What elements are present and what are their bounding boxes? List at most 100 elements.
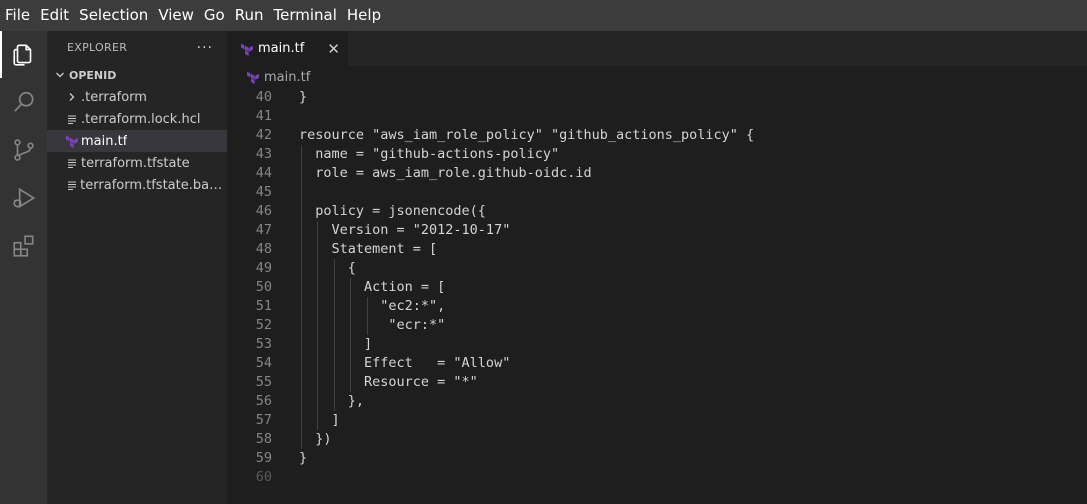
line-number: 42 — [255, 127, 272, 143]
extensions-icon — [12, 234, 33, 257]
indent-guide — [301, 259, 302, 278]
tree-item-main-tf[interactable]: main.tf — [47, 130, 227, 152]
activity-bar — [0, 31, 47, 504]
indent-guide — [317, 259, 318, 278]
line-number: 50 — [255, 279, 272, 295]
tree-item-lock-hcl[interactable]: .terraform.lock.hcl — [47, 108, 227, 130]
file-lines-icon — [65, 114, 79, 124]
explorer-title: EXPLORER — [67, 41, 128, 54]
tree-item-label: main.tf — [81, 133, 128, 149]
indent-guide — [301, 392, 302, 411]
extensions-activity-button[interactable] — [0, 222, 47, 269]
search-activity-button[interactable] — [0, 78, 47, 125]
breadcrumb: main.tf — [228, 66, 1087, 88]
indent-guide — [350, 373, 351, 392]
tree-item-tfstate-backup[interactable]: terraform.tfstate.back... — [47, 174, 227, 196]
menu-selection[interactable]: Selection — [74, 0, 153, 31]
chevron-down-icon — [53, 70, 67, 80]
line-number: 47 — [255, 222, 272, 238]
indent-guide — [350, 316, 351, 335]
menu-help[interactable]: Help — [342, 0, 386, 31]
menu-bar: File Edit Selection View Go Run Terminal… — [0, 0, 1087, 31]
indent-guide — [350, 354, 351, 373]
indent-guide — [317, 392, 318, 411]
code-line: Effect = "Allow" — [299, 354, 511, 373]
indent-guide — [317, 240, 318, 259]
indent-guide — [317, 297, 318, 316]
code-line: Action = [ — [299, 278, 446, 297]
indent-guide — [301, 297, 302, 316]
close-icon[interactable]: ✕ — [327, 40, 340, 58]
menu-view[interactable]: View — [153, 0, 199, 31]
more-actions-icon[interactable]: ··· — [197, 40, 213, 56]
files-icon — [12, 43, 31, 66]
line-number: 45 — [255, 184, 272, 200]
breadcrumb-item[interactable]: main.tf — [264, 70, 310, 85]
code-line: Version = "2012-10-17" — [299, 221, 511, 240]
code-line — [299, 183, 754, 202]
terraform-icon — [65, 134, 79, 148]
line-number: 57 — [255, 412, 272, 428]
line-number: 48 — [255, 241, 272, 257]
code-line: } — [299, 89, 308, 105]
indent-guide — [334, 297, 335, 316]
indent-guide — [301, 164, 302, 183]
line-number: 46 — [255, 203, 272, 219]
indent-guide — [301, 411, 302, 430]
indent-guide — [301, 145, 302, 164]
tab-main-tf[interactable]: main.tf ✕ — [228, 31, 348, 66]
tree-item-label: terraform.tfstate.back... — [80, 177, 227, 193]
indent-guide — [350, 297, 351, 316]
menu-file[interactable]: File — [0, 0, 35, 31]
file-lines-icon — [65, 158, 79, 168]
indent-guide — [317, 411, 318, 430]
tree-item-tfstate[interactable]: terraform.tfstate — [47, 152, 227, 174]
indent-guide — [334, 373, 335, 392]
indent-guide — [317, 335, 318, 354]
indent-guide — [317, 373, 318, 392]
line-number: 40 — [255, 89, 272, 105]
tree-item-label: terraform.tfstate — [81, 155, 190, 171]
line-number: 51 — [255, 298, 272, 314]
folder-label: OPENID — [69, 68, 117, 82]
explorer-header: EXPLORER ··· — [47, 31, 227, 64]
indent-guide — [334, 335, 335, 354]
indent-guide — [350, 335, 351, 354]
menu-edit[interactable]: Edit — [35, 0, 74, 31]
code-line: Statement = [ — [299, 240, 438, 259]
indent-guide — [301, 183, 302, 202]
line-number: 55 — [255, 374, 272, 390]
search-icon — [13, 91, 34, 112]
code-line: role = aws_iam_role.github-oidc.id — [299, 164, 592, 183]
indent-guide — [317, 316, 318, 335]
source-control-activity-button[interactable] — [0, 126, 47, 173]
code-line: "ecr:*" — [299, 316, 446, 335]
chevron-right-icon — [65, 92, 79, 102]
line-number: 49 — [255, 260, 272, 276]
code-lines: } resource "aws_iam_role_policy" "github… — [299, 88, 754, 487]
tree-item-label: .terraform — [81, 89, 147, 105]
indent-guide — [301, 278, 302, 297]
line-number: 58 — [255, 431, 272, 447]
code-editor[interactable]: 40 41 42 43 44 45 46 47 48 49 50 51 52 5… — [228, 88, 1087, 504]
indent-guide — [334, 392, 335, 411]
tree-item-terraform-folder[interactable]: .terraform — [47, 86, 227, 108]
indent-guide — [350, 278, 351, 297]
indent-guide — [334, 259, 335, 278]
indent-guide — [334, 278, 335, 297]
line-number: 59 — [255, 450, 272, 466]
line-number: 56 — [255, 393, 272, 409]
menu-go[interactable]: Go — [199, 0, 230, 31]
indent-guide — [334, 316, 335, 335]
indent-guide — [317, 354, 318, 373]
menu-run[interactable]: Run — [230, 0, 269, 31]
terraform-icon — [246, 70, 260, 84]
folder-openid[interactable]: OPENID — [47, 64, 227, 86]
menu-terminal[interactable]: Terminal — [269, 0, 342, 31]
run-debug-activity-button[interactable] — [0, 174, 47, 221]
explorer-activity-button[interactable] — [0, 31, 47, 78]
line-number: 52 — [255, 317, 272, 333]
terraform-icon — [240, 42, 254, 56]
indent-guide — [301, 373, 302, 392]
